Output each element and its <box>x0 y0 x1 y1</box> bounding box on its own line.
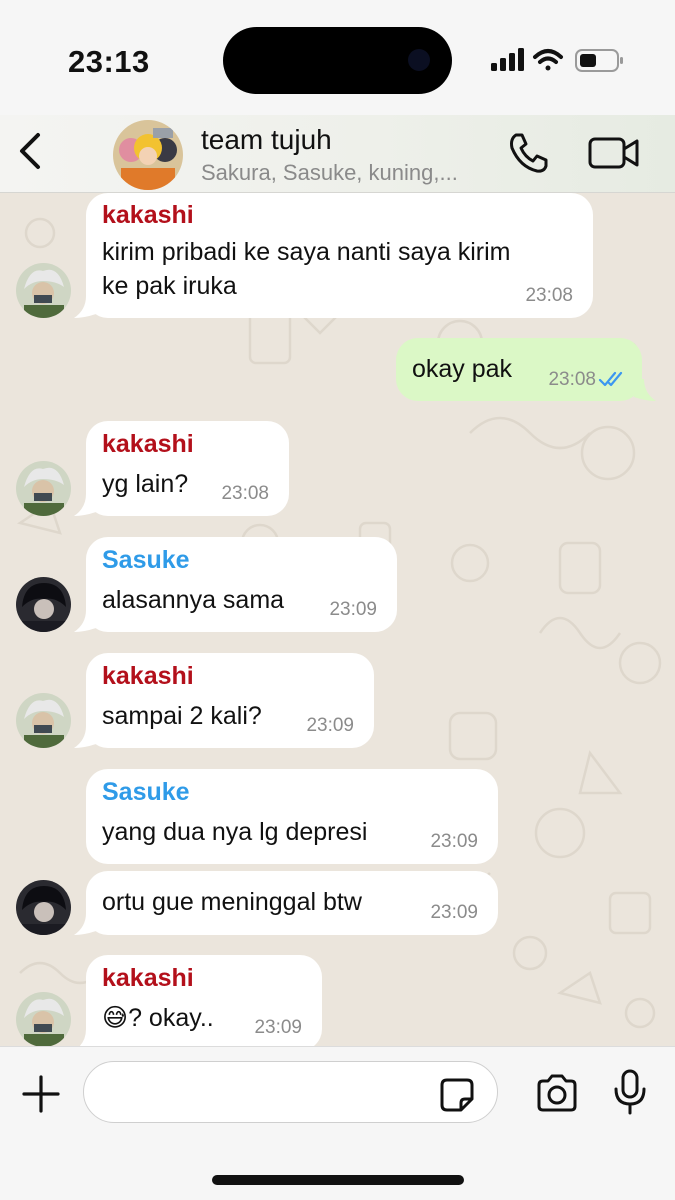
avatar-kakashi[interactable] <box>16 263 71 318</box>
message-text: ortu gue meninggal btw <box>102 888 362 916</box>
message-bubble-incoming[interactable]: kakashi kirim pribadi ke saya nanti saya… <box>86 193 593 318</box>
message-text-part: ? okay.. <box>128 1004 214 1032</box>
group-avatar[interactable] <box>113 120 183 190</box>
sweat-smile-emoji: 😅 <box>102 1004 129 1032</box>
mic-icon[interactable] <box>612 1069 648 1115</box>
sticker-icon[interactable] <box>439 1077 475 1113</box>
message-text: okay pak <box>412 355 513 383</box>
message-bubble-incoming[interactable]: ortu gue meninggal btw 23:09 <box>86 871 498 935</box>
back-icon[interactable] <box>14 131 48 171</box>
message-time: 23:09 <box>306 715 354 736</box>
message-sender[interactable]: kakashi <box>102 662 194 691</box>
chat-header: team tujuh Sakura, Sasuke, kuning,... <box>0 115 675 193</box>
read-receipt-icon <box>598 371 623 387</box>
message-time: 23:09 <box>254 1017 302 1038</box>
camera-icon[interactable] <box>535 1073 579 1113</box>
plus-icon[interactable] <box>22 1075 60 1113</box>
avatar-sasuke[interactable] <box>16 880 71 935</box>
bubble-tail <box>634 379 656 401</box>
message-time: 23:08 <box>525 285 573 306</box>
message-text: kirim pribadi ke saya nanti saya kirim <box>102 238 511 266</box>
message-bubble-incoming[interactable]: kakashi 😅? okay.. 23:09 <box>86 955 322 1046</box>
message-time: 23:09 <box>329 599 377 620</box>
wifi-icon <box>533 49 563 71</box>
front-camera <box>408 49 430 71</box>
chat-area[interactable]: kakashi kirim pribadi ke saya nanti saya… <box>0 193 675 1046</box>
dynamic-island <box>223 27 452 94</box>
message-sender[interactable]: kakashi <box>102 964 194 993</box>
message-sender[interactable]: Sasuke <box>102 778 190 807</box>
message-time: 23:08 <box>548 369 596 390</box>
message-bubble-incoming[interactable]: kakashi yg lain? 23:08 <box>86 421 289 516</box>
call-icon[interactable] <box>506 131 550 175</box>
message-time: 23:09 <box>430 902 478 923</box>
status-bar: 23:13 <box>0 0 675 115</box>
message-input[interactable] <box>83 1061 498 1123</box>
avatar-sasuke[interactable] <box>16 577 71 632</box>
avatar-kakashi[interactable] <box>16 461 71 516</box>
status-icons <box>491 48 623 72</box>
battery-icon <box>575 49 623 72</box>
avatar-kakashi[interactable] <box>16 693 71 748</box>
input-bar <box>0 1046 675 1200</box>
message-bubble-incoming[interactable]: Sasuke alasannya sama 23:09 <box>86 537 397 632</box>
message-time: 23:09 <box>430 831 478 852</box>
group-members[interactable]: Sakura, Sasuke, kuning,... <box>201 160 501 186</box>
avatar-kakashi[interactable] <box>16 992 71 1046</box>
message-text: ke pak iruka <box>102 272 237 300</box>
message-sender[interactable]: Sasuke <box>102 546 190 575</box>
message-time: 23:08 <box>221 483 269 504</box>
message-bubble-incoming[interactable]: Sasuke yang dua nya lg depresi 23:09 <box>86 769 498 864</box>
message-bubble-outgoing[interactable]: okay pak 23:08 <box>396 338 642 401</box>
message-text: sampai 2 kali? <box>102 702 262 730</box>
message-sender[interactable]: kakashi <box>102 430 194 459</box>
message-text: yg lain? <box>102 470 189 498</box>
message-bubble-incoming[interactable]: kakashi sampai 2 kali? 23:09 <box>86 653 374 748</box>
home-indicator[interactable] <box>212 1175 464 1185</box>
message-text: yang dua nya lg depresi <box>102 818 368 846</box>
group-name[interactable]: team tujuh <box>201 124 332 156</box>
message-text: 😅? okay.. <box>102 1001 214 1035</box>
video-call-icon[interactable] <box>588 135 640 171</box>
message-sender[interactable]: kakashi <box>102 201 194 230</box>
status-time: 23:13 <box>68 44 150 79</box>
signal-icon <box>491 48 524 71</box>
message-text: alasannya sama <box>102 586 285 614</box>
